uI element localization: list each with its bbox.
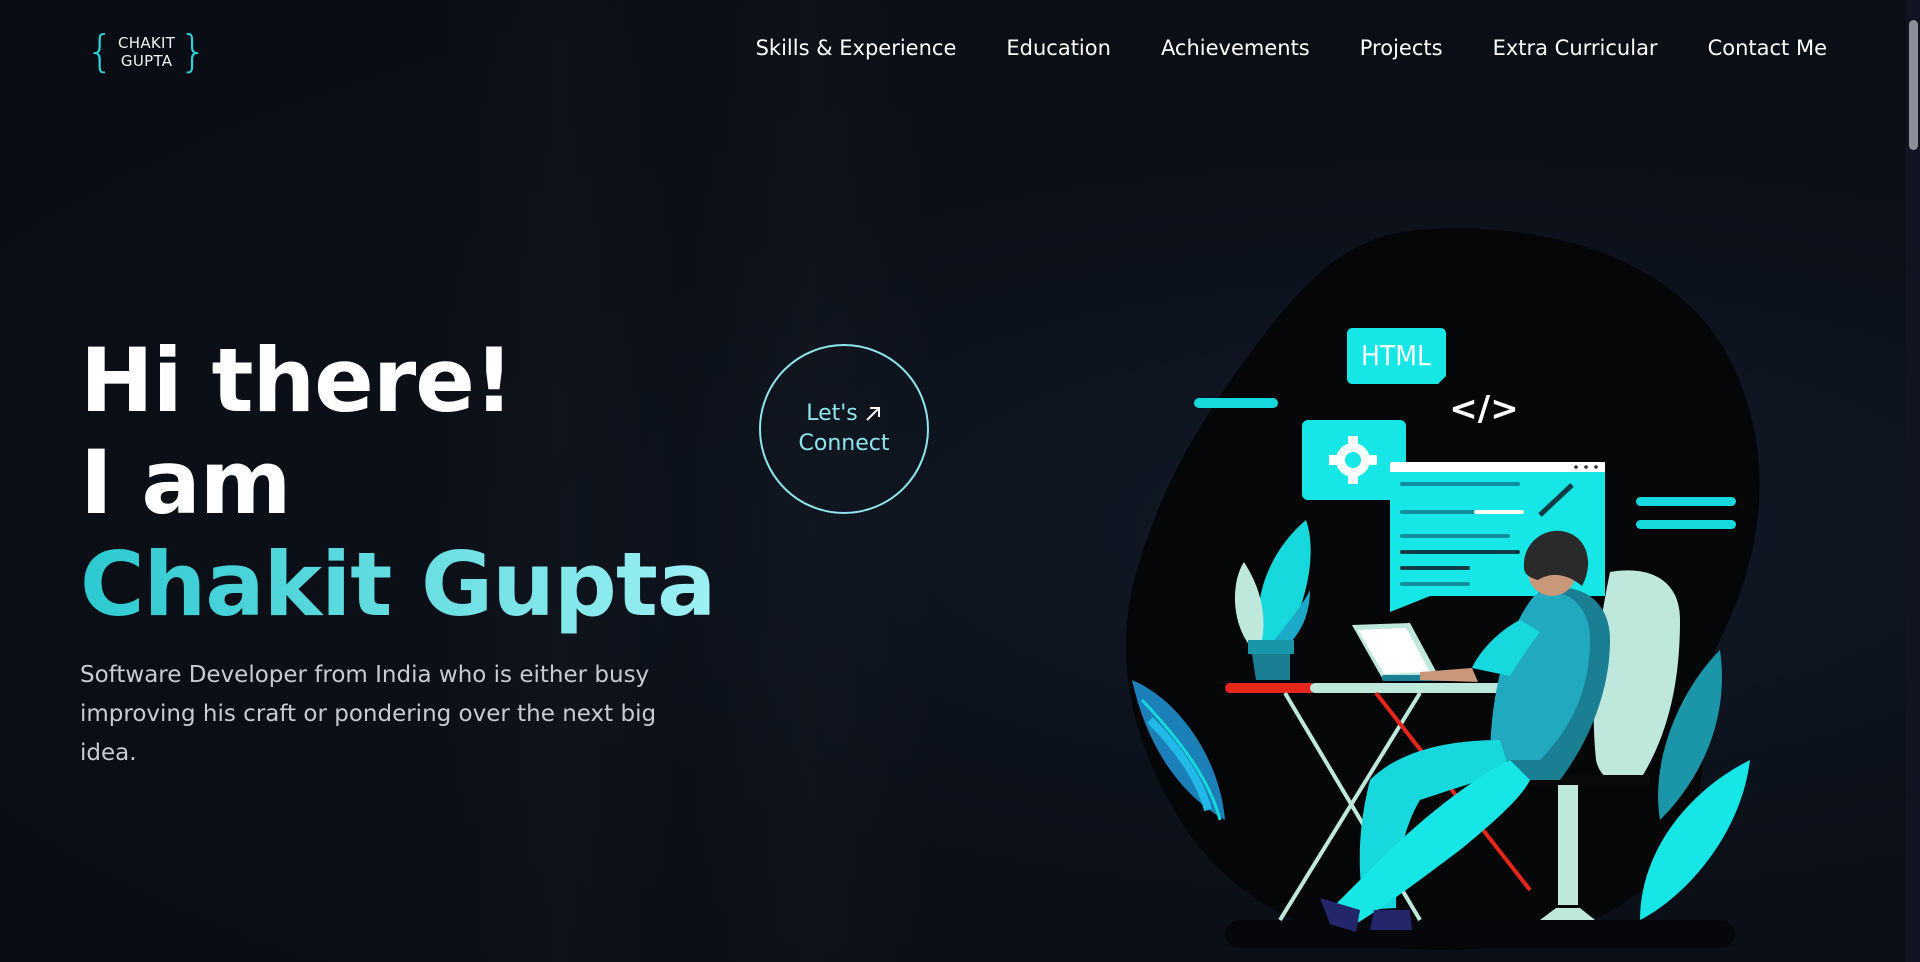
- logo-close-brace: }: [179, 26, 208, 77]
- hero-line-1: Hi there!: [80, 329, 514, 432]
- hero-greeting: Hi there! I am Chakit Gupta: [80, 330, 720, 636]
- scrollbar-track[interactable]: [1906, 0, 1920, 962]
- nav-skills-experience[interactable]: Skills & Experience: [756, 36, 957, 60]
- main-nav: Skills & Experience Education Achievemen…: [756, 36, 1827, 60]
- connect-label-line-1: Let's: [806, 401, 858, 426]
- logo-text: CHAKIT GUPTA: [118, 34, 175, 70]
- hero-description: Software Developer from India who is eit…: [80, 662, 657, 766]
- decor-dash: [1636, 520, 1736, 529]
- nav-contact-me[interactable]: Contact Me: [1708, 36, 1827, 60]
- logo-line-2: GUPTA: [120, 52, 173, 70]
- page: { CHAKIT GUPTA } Skills & Experience Edu…: [0, 0, 1920, 962]
- nav-extra-curricular[interactable]: Extra Curricular: [1493, 36, 1658, 60]
- logo-line-1: CHAKIT: [118, 34, 176, 52]
- floor-shadow: [1225, 920, 1735, 948]
- hero-section: Hi there! I am Chakit Gupta Software Dev…: [80, 330, 720, 773]
- nav-projects[interactable]: Projects: [1360, 36, 1443, 60]
- hero-name: Chakit Gupta: [80, 533, 716, 636]
- hero-line-2: I am: [80, 431, 291, 534]
- nav-achievements[interactable]: Achievements: [1161, 36, 1310, 60]
- logo[interactable]: { CHAKIT GUPTA }: [86, 30, 207, 74]
- connect-label-line-2: Connect: [798, 431, 890, 456]
- code-glyph-icon: </>: [1449, 389, 1518, 429]
- developer-illustration: HTML </>: [1125, 228, 1760, 950]
- logo-open-brace: {: [86, 26, 114, 77]
- decor-dash: [1194, 398, 1278, 408]
- nav-education[interactable]: Education: [1006, 36, 1111, 60]
- arrow-up-right-icon: [866, 407, 880, 421]
- html-badge-text: HTML: [1361, 339, 1431, 372]
- lets-connect-button[interactable]: Let's Connect: [759, 344, 929, 514]
- scrollbar-thumb[interactable]: [1909, 20, 1918, 150]
- decor-dash: [1636, 497, 1736, 506]
- html-badge: HTML: [1347, 328, 1446, 384]
